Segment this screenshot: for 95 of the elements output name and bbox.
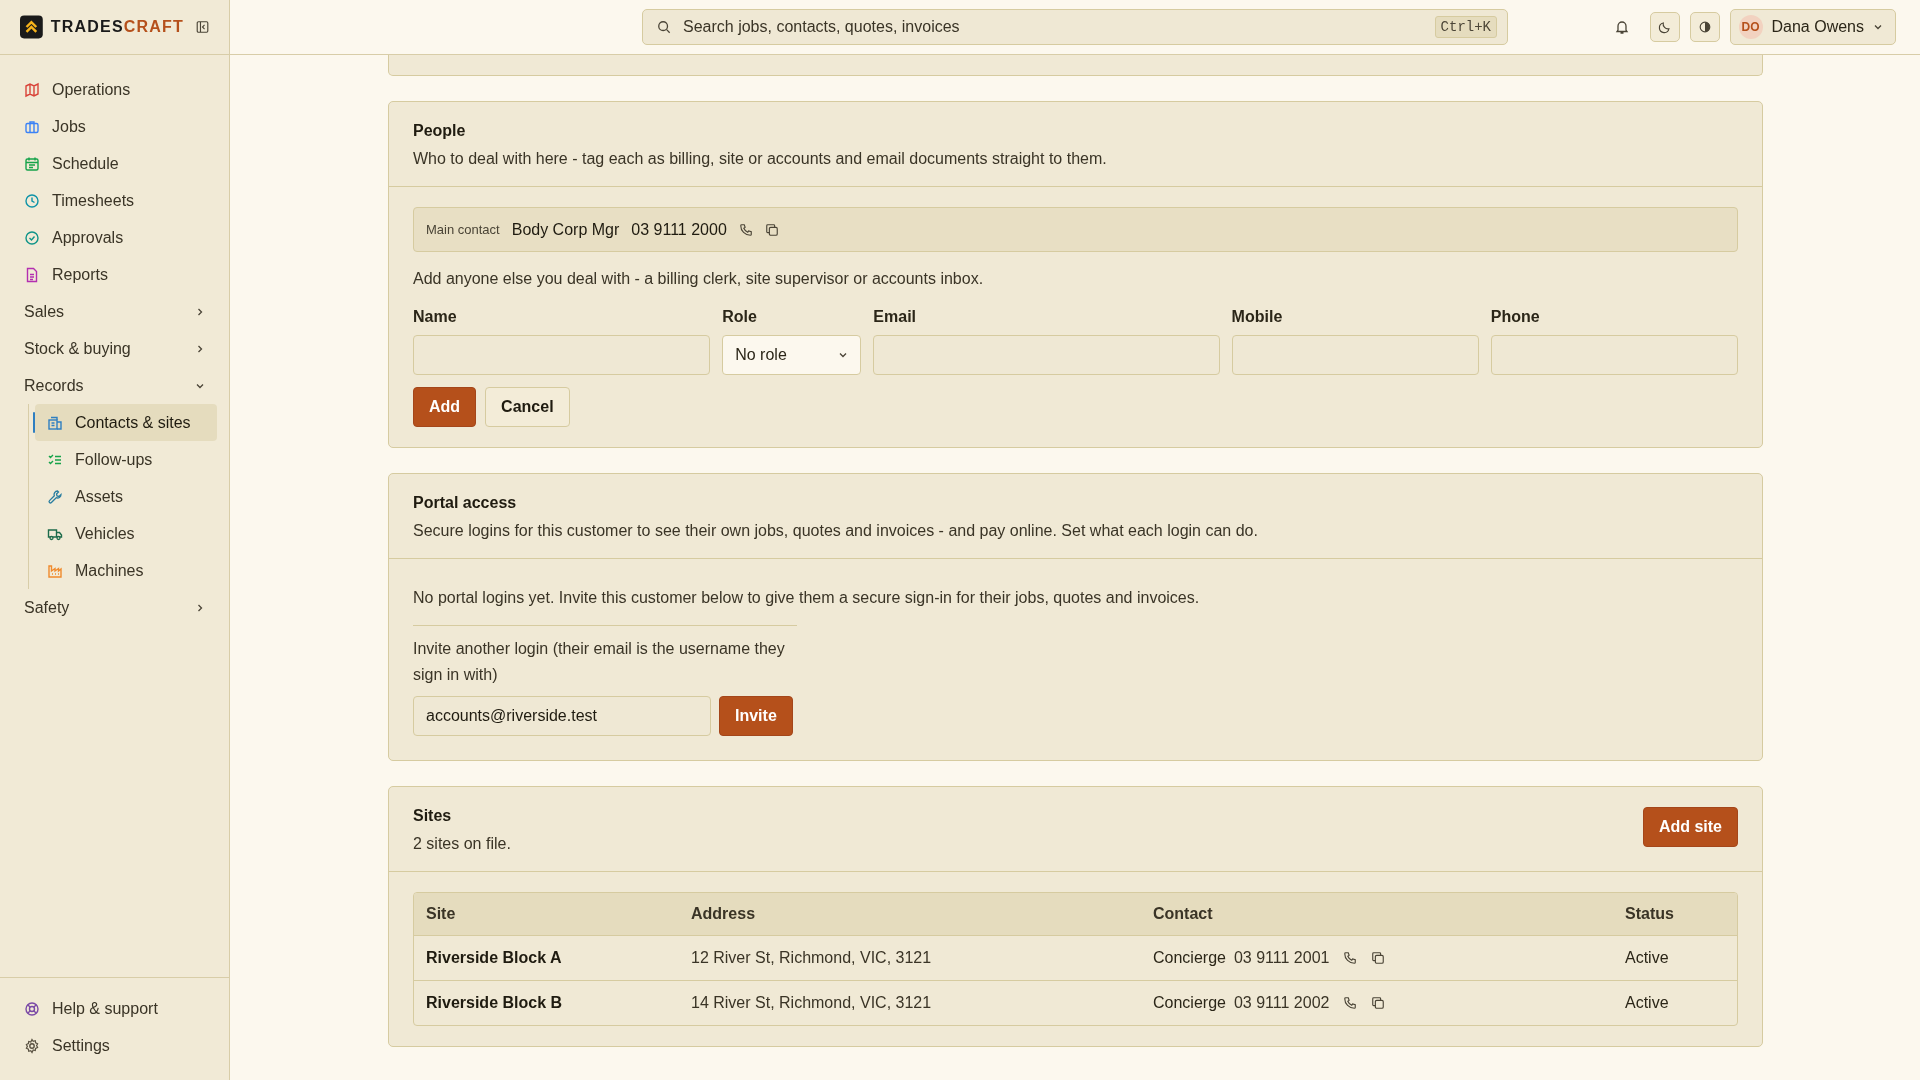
table-cell: Active bbox=[1613, 935, 1737, 980]
field-label: Email bbox=[873, 308, 917, 326]
settings-icon bbox=[24, 1037, 40, 1054]
nav-item[interactable]: Operations bbox=[12, 71, 217, 108]
moon-icon bbox=[1657, 20, 1672, 34]
nav-item[interactable]: Help & support bbox=[12, 990, 217, 1027]
column-header: Address bbox=[679, 893, 1141, 935]
nav-item[interactable]: Assets bbox=[35, 478, 217, 515]
table-cell: Active bbox=[1613, 980, 1737, 1025]
nav-item[interactable]: Vehicles bbox=[35, 515, 217, 552]
search-field[interactable]: Search jobs, contacts, quotes, invoices bbox=[681, 17, 1425, 37]
section-description: Who to deal with here - tag each as billing, site or accounts and email documents straight to them. bbox=[413, 150, 1107, 168]
contrast-button[interactable] bbox=[1689, 12, 1720, 42]
empty-note: No portal logins yet. Invite this customer below to give them a secure sign-in for their jobs, quotes and invoices. bbox=[413, 589, 1201, 607]
nav-item[interactable]: Follow-ups bbox=[35, 441, 217, 478]
contact-phone: 03 9111 2001 bbox=[1233, 949, 1330, 967]
add-button[interactable]: Add bbox=[413, 387, 477, 427]
nav-group[interactable]: Safety bbox=[12, 589, 217, 626]
user-menu[interactable]: DO Dana Owens bbox=[1729, 9, 1896, 45]
field-label: Mobile bbox=[1231, 308, 1284, 326]
bell-icon[interactable] bbox=[1613, 19, 1630, 35]
nav-item[interactable]: Jobs bbox=[12, 108, 217, 145]
nav-item[interactable]: Reports bbox=[12, 256, 217, 293]
nav-item[interactable]: Approvals bbox=[12, 219, 217, 256]
table-cell: 12 River St, Richmond, VIC, 3121 bbox=[679, 935, 1141, 980]
document-icon bbox=[24, 266, 40, 283]
nav-item[interactable]: Timesheets bbox=[12, 182, 217, 219]
search-icon bbox=[657, 20, 671, 34]
map-icon bbox=[24, 81, 40, 98]
invite-label: Invite another login (their email is the username they sign in with) bbox=[413, 639, 786, 685]
contact-phone: 03 9111 2002 bbox=[1233, 994, 1330, 1012]
column-header: Status bbox=[1613, 893, 1737, 935]
nav-item[interactable]: Settings bbox=[12, 1027, 217, 1064]
avatar: DO bbox=[1738, 15, 1763, 39]
table-cell: Riverside Block B bbox=[414, 980, 679, 1025]
section-title: People bbox=[413, 122, 467, 140]
input-field[interactable] bbox=[873, 335, 1220, 375]
section-title: Sites bbox=[413, 807, 453, 825]
role-select[interactable]: No role bbox=[722, 335, 862, 375]
contact-name: Body Corp Mgr bbox=[511, 220, 620, 239]
chevron-icon bbox=[838, 350, 849, 360]
invite-button[interactable]: Invite bbox=[719, 696, 793, 736]
section-title: Portal access bbox=[413, 494, 518, 512]
phone-icon[interactable] bbox=[738, 222, 753, 237]
table-cell: 14 River St, Richmond, VIC, 3121 bbox=[679, 980, 1141, 1025]
column-header: Contact bbox=[1141, 893, 1613, 935]
building-icon bbox=[47, 414, 63, 431]
contact-phone: 03 9111 2000 bbox=[631, 220, 727, 239]
nav-group[interactable]: Records bbox=[12, 367, 217, 404]
add-site-button[interactable]: Add site bbox=[1642, 807, 1738, 847]
calendar-icon bbox=[24, 155, 40, 172]
section-description: Secure logins for this customer to see their own jobs, quotes and invoices - and pay online. Set what each login can do. bbox=[413, 522, 1258, 540]
copy-icon[interactable] bbox=[1371, 996, 1386, 1010]
lifebuoy-icon bbox=[24, 1000, 40, 1017]
search-bar[interactable]: Search jobs, contacts, quotes, invoices Ctrl+K bbox=[642, 9, 1508, 45]
input-field[interactable] bbox=[1231, 335, 1479, 375]
nav-group[interactable]: Sales bbox=[12, 293, 217, 330]
nav-item[interactable]: Schedule bbox=[12, 145, 217, 182]
chevron-icon bbox=[195, 602, 205, 613]
wrench-icon bbox=[47, 488, 63, 505]
input-field[interactable] bbox=[1490, 335, 1738, 375]
nav-item[interactable]: Contacts & sites bbox=[35, 404, 217, 441]
chevron-icon bbox=[195, 306, 205, 317]
column-header: Site bbox=[414, 893, 679, 935]
email-field[interactable]: accounts@riverside.test bbox=[413, 696, 711, 736]
contact-name: Concierge bbox=[1153, 949, 1226, 967]
table-cell: Riverside Block A bbox=[414, 935, 679, 980]
shortcut-hint: Ctrl+K bbox=[1434, 16, 1497, 38]
brand-name: TRADESCRAFT bbox=[50, 18, 184, 36]
cancel-button[interactable]: Cancel bbox=[485, 387, 570, 427]
chevron-icon bbox=[195, 343, 205, 354]
contrast-icon bbox=[1697, 20, 1712, 34]
field-label: Phone bbox=[1490, 308, 1541, 326]
copy-icon[interactable] bbox=[1371, 951, 1386, 965]
nav-item[interactable]: Machines bbox=[35, 552, 217, 589]
factory-icon bbox=[47, 562, 63, 579]
chevron-icon bbox=[1873, 22, 1883, 32]
contact-name: Concierge bbox=[1153, 994, 1226, 1012]
briefcase-icon bbox=[24, 118, 40, 135]
logo-icon bbox=[20, 13, 43, 41]
theme-button[interactable] bbox=[1649, 12, 1680, 42]
field-label: Role bbox=[722, 308, 758, 326]
section-description: 2 sites on file. bbox=[413, 835, 511, 853]
hint-text: Add anyone else you deal with - a billing clerk, site supervisor or accounts inbox. bbox=[413, 270, 985, 288]
input-field[interactable] bbox=[413, 335, 711, 375]
clock-icon bbox=[24, 192, 40, 209]
copy-icon[interactable] bbox=[764, 222, 779, 237]
sidebar-toggle-icon[interactable] bbox=[196, 19, 209, 35]
user-name: Dana Owens bbox=[1771, 18, 1864, 36]
check-circle-icon bbox=[24, 229, 40, 246]
field-label: Name bbox=[413, 308, 458, 326]
phone-icon[interactable] bbox=[1343, 996, 1358, 1010]
phone-icon[interactable] bbox=[1343, 951, 1358, 965]
main-contact-label: Main contact bbox=[426, 222, 500, 237]
nav-group[interactable]: Stock & buying bbox=[12, 330, 217, 367]
